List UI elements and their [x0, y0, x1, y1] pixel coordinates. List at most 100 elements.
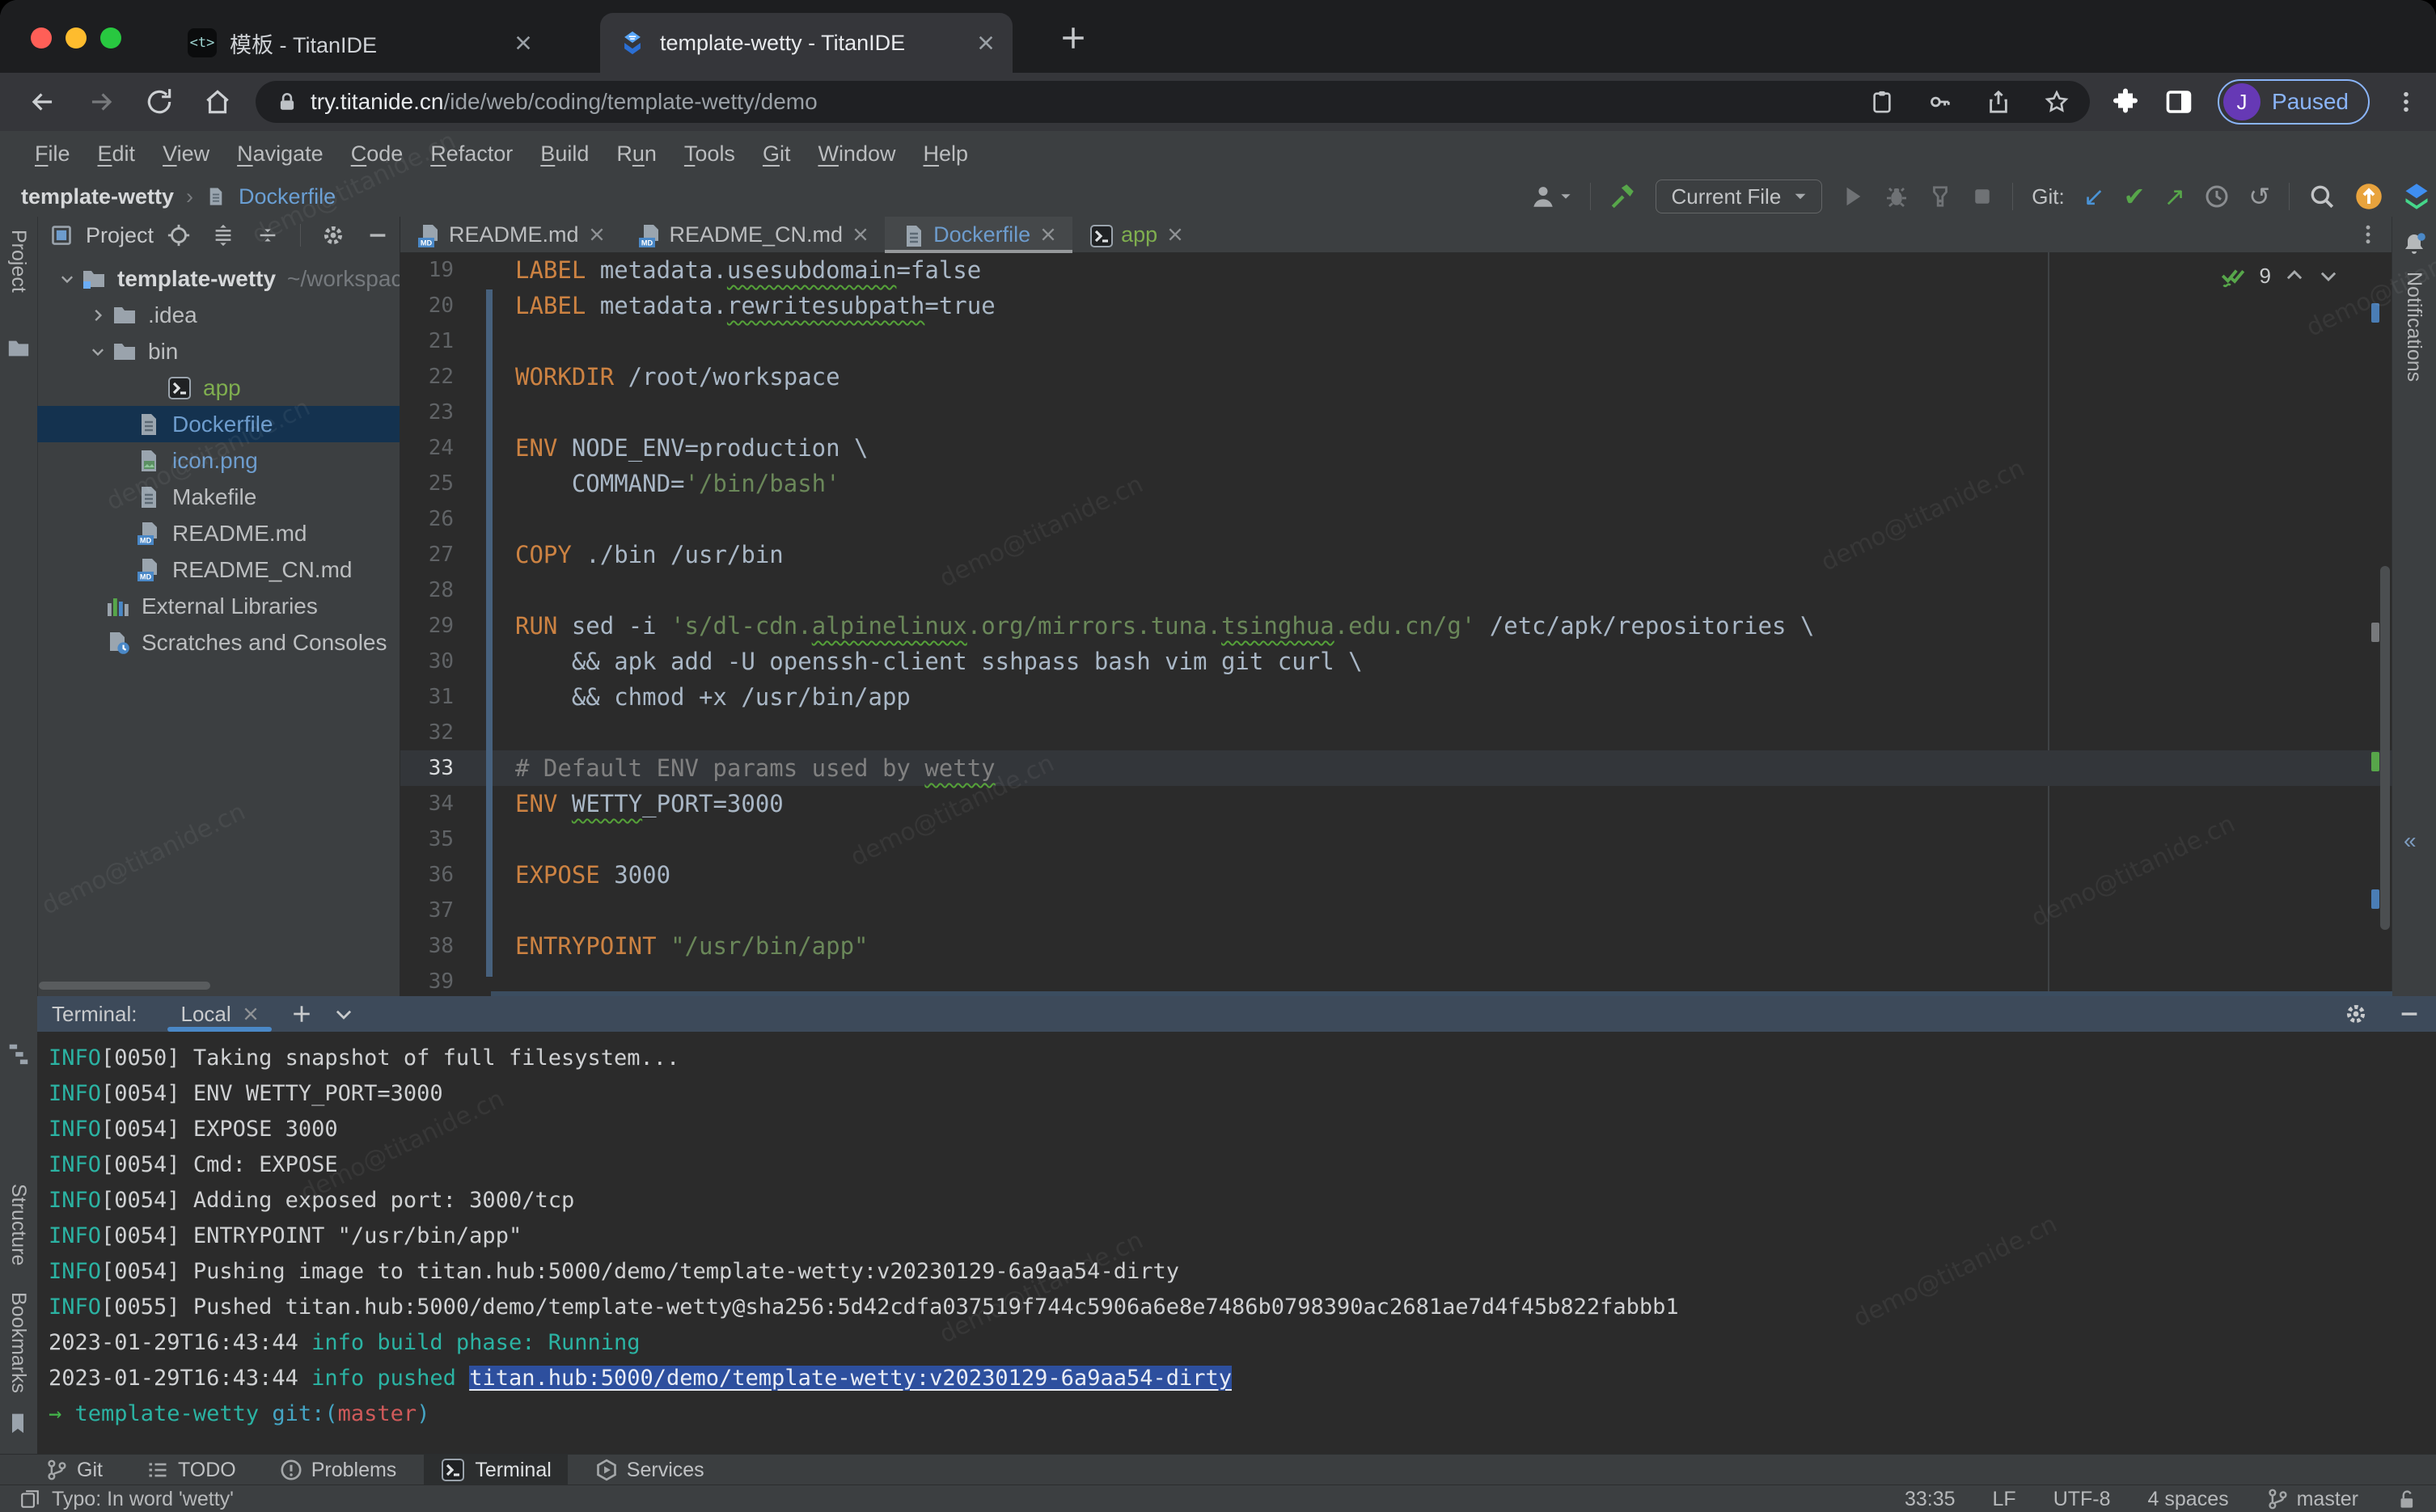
- code-line-24[interactable]: 24ENV NODE_ENV=production \: [400, 430, 2392, 466]
- macos-window-controls[interactable]: [31, 27, 121, 49]
- error-stripe-mark[interactable]: [2371, 889, 2379, 909]
- clipboard-icon[interactable]: [1870, 90, 1894, 114]
- build-hammer-icon[interactable]: [1609, 183, 1637, 210]
- editor-tab-readme_cn.md[interactable]: MDREADME_CN.md: [621, 217, 886, 252]
- tab-close-icon[interactable]: [852, 226, 869, 243]
- tree-item-readme.md[interactable]: MDREADME.md: [37, 515, 400, 551]
- code-line-31[interactable]: 31 && chmod +x /usr/bin/app: [400, 679, 2392, 715]
- menu-item-refactor[interactable]: Refactor: [417, 141, 527, 167]
- editor-tab-readme.md[interactable]: MDREADME.md: [400, 217, 621, 252]
- code-line-27[interactable]: 27COPY ./bin /usr/bin: [400, 537, 2392, 572]
- status-layers-icon[interactable]: [19, 1489, 40, 1510]
- editor-scrollbar[interactable]: [2380, 566, 2390, 930]
- history-clock-icon[interactable]: [2204, 184, 2230, 209]
- editor-tab-dockerfile[interactable]: Dockerfile: [885, 217, 1072, 252]
- code-line-38[interactable]: 38ENTRYPOINT "/usr/bin/app": [400, 928, 2392, 964]
- fullscreen-window-icon[interactable]: [100, 27, 121, 49]
- tab-close-icon[interactable]: [243, 1006, 259, 1022]
- code-line-20[interactable]: 20LABEL metadata.rewritesubpath=true: [400, 288, 2392, 323]
- collapse-panel-chevrons-icon[interactable]: «: [2404, 828, 2417, 854]
- bookmark-star-icon[interactable]: [2045, 90, 2069, 114]
- rollback-undo-icon[interactable]: ↺: [2248, 184, 2270, 209]
- editor-tabs-menu-dots-icon[interactable]: [2357, 223, 2379, 246]
- code-line-29[interactable]: 29RUN sed -i 's/dl-cdn.alpinelinux.org/m…: [400, 608, 2392, 644]
- run-configuration-select[interactable]: Current File: [1656, 179, 1822, 213]
- terminal-panel[interactable]: Terminal: Local INFO[0050] Taking snapsh…: [37, 996, 2436, 1454]
- tree-horizontal-scrollbar[interactable]: [39, 982, 210, 990]
- code-line-28[interactable]: 28: [400, 572, 2392, 608]
- share-icon[interactable]: [1986, 90, 2011, 114]
- code-line-30[interactable]: 30 && apk add -U openssh-client sshpass …: [400, 644, 2392, 679]
- tab-close-icon[interactable]: [977, 34, 995, 52]
- tab-close-icon[interactable]: [514, 34, 532, 52]
- bookmark-icon[interactable]: [6, 1412, 29, 1434]
- menu-item-file[interactable]: File: [21, 141, 84, 167]
- toolwindow-button-services[interactable]: Services: [579, 1455, 721, 1485]
- tree-item-app[interactable]: app: [37, 370, 400, 406]
- settings-gear-icon[interactable]: [321, 223, 345, 247]
- chevron-down-icon[interactable]: [53, 270, 81, 288]
- error-stripe-mark[interactable]: [2371, 303, 2379, 323]
- new-terminal-plus-icon[interactable]: [291, 1003, 312, 1024]
- tree-item-readme_cn.md[interactable]: MDREADME_CN.md: [37, 551, 400, 588]
- avatar[interactable]: J: [2223, 83, 2260, 120]
- error-stripe-mark[interactable]: [2371, 623, 2379, 642]
- status-item-unlock[interactable]: [2396, 1489, 2417, 1510]
- tree-item-scratches-and-consoles[interactable]: Scratches and Consoles: [37, 624, 400, 661]
- breadcrumb-file[interactable]: Dockerfile: [239, 184, 336, 209]
- tab-close-icon[interactable]: [1167, 226, 1183, 243]
- terminal-dropdown-chevron-icon[interactable]: [333, 1003, 354, 1024]
- status-item-33-35[interactable]: 33:35: [1905, 1488, 1956, 1511]
- chevron-down-icon[interactable]: [84, 343, 112, 361]
- tree-item-bin[interactable]: bin: [37, 333, 400, 370]
- extensions-puzzle-icon[interactable]: [2111, 87, 2140, 116]
- menu-item-run[interactable]: Run: [603, 141, 670, 167]
- menu-item-git[interactable]: Git: [749, 141, 805, 167]
- terminal-tab-local[interactable]: Local: [166, 996, 273, 1032]
- editor-tab-app[interactable]: app: [1072, 217, 1199, 252]
- titanide-gem-icon[interactable]: [2402, 182, 2431, 211]
- minimize-window-icon[interactable]: [66, 27, 87, 49]
- side-panel-icon[interactable]: [2164, 87, 2193, 116]
- coverage-icon[interactable]: [1928, 184, 1952, 209]
- tool-strip-project-label[interactable]: Project: [6, 230, 30, 293]
- menu-item-build[interactable]: Build: [527, 141, 603, 167]
- code-line-22[interactable]: 22WORKDIR /root/workspace: [400, 359, 2392, 395]
- inspection-widget[interactable]: 9: [2219, 262, 2339, 289]
- home-icon[interactable]: [202, 87, 233, 117]
- notifications-bell-icon[interactable]: [2401, 231, 2427, 257]
- code-line-34[interactable]: 34ENV WETTY_PORT=3000: [400, 786, 2392, 821]
- tree-item-.idea[interactable]: .idea: [37, 297, 400, 333]
- project-folder-icon[interactable]: [6, 336, 31, 361]
- close-window-icon[interactable]: [31, 27, 52, 49]
- menu-item-edit[interactable]: Edit: [84, 141, 150, 167]
- forward-icon[interactable]: [86, 87, 116, 117]
- status-item-lf[interactable]: LF: [1993, 1488, 2016, 1511]
- expand-all-icon[interactable]: [211, 223, 235, 247]
- status-message[interactable]: Typo: In word 'wetty': [52, 1488, 234, 1511]
- structure-icon[interactable]: [6, 1041, 31, 1066]
- code-line-23[interactable]: 23: [400, 395, 2392, 430]
- terminal-output[interactable]: INFO[0050] Taking snapshot of full files…: [37, 1033, 2436, 1432]
- back-icon[interactable]: [27, 87, 58, 117]
- code-editor[interactable]: 19LABEL metadata.usesubdomain=false20LAB…: [400, 252, 2392, 996]
- menu-item-window[interactable]: Window: [804, 141, 909, 167]
- menu-item-help[interactable]: Help: [909, 141, 982, 167]
- address-bar[interactable]: try.titanide.cn/ide/web/coding/template-…: [256, 81, 2090, 123]
- tree-item-template-wetty[interactable]: template-wetty~/workspac: [37, 260, 400, 297]
- browser-tab-inactive[interactable]: <t> 模板 - TitanIDE: [170, 13, 550, 73]
- new-tab-button[interactable]: [1059, 24, 1087, 52]
- prev-problem-chevron-icon[interactable]: [2284, 265, 2305, 286]
- menu-item-tools[interactable]: Tools: [670, 141, 749, 167]
- code-line-32[interactable]: 32: [400, 715, 2392, 750]
- next-problem-chevron-icon[interactable]: [2318, 265, 2339, 286]
- error-stripe-mark[interactable]: [2371, 752, 2379, 771]
- hide-panel-minus-icon[interactable]: [366, 223, 390, 247]
- code-line-37[interactable]: 37: [400, 893, 2392, 928]
- status-item-master[interactable]: master: [2266, 1488, 2358, 1511]
- code-line-25[interactable]: 25 COMMAND='/bin/bash': [400, 466, 2392, 501]
- toolwindow-button-problems[interactable]: Problems: [264, 1455, 413, 1485]
- code-line-19[interactable]: 19LABEL metadata.usesubdomain=false: [400, 252, 2392, 288]
- tree-item-icon.png[interactable]: icon.png: [37, 442, 400, 479]
- browser-menu-dots-icon[interactable]: [2394, 90, 2418, 114]
